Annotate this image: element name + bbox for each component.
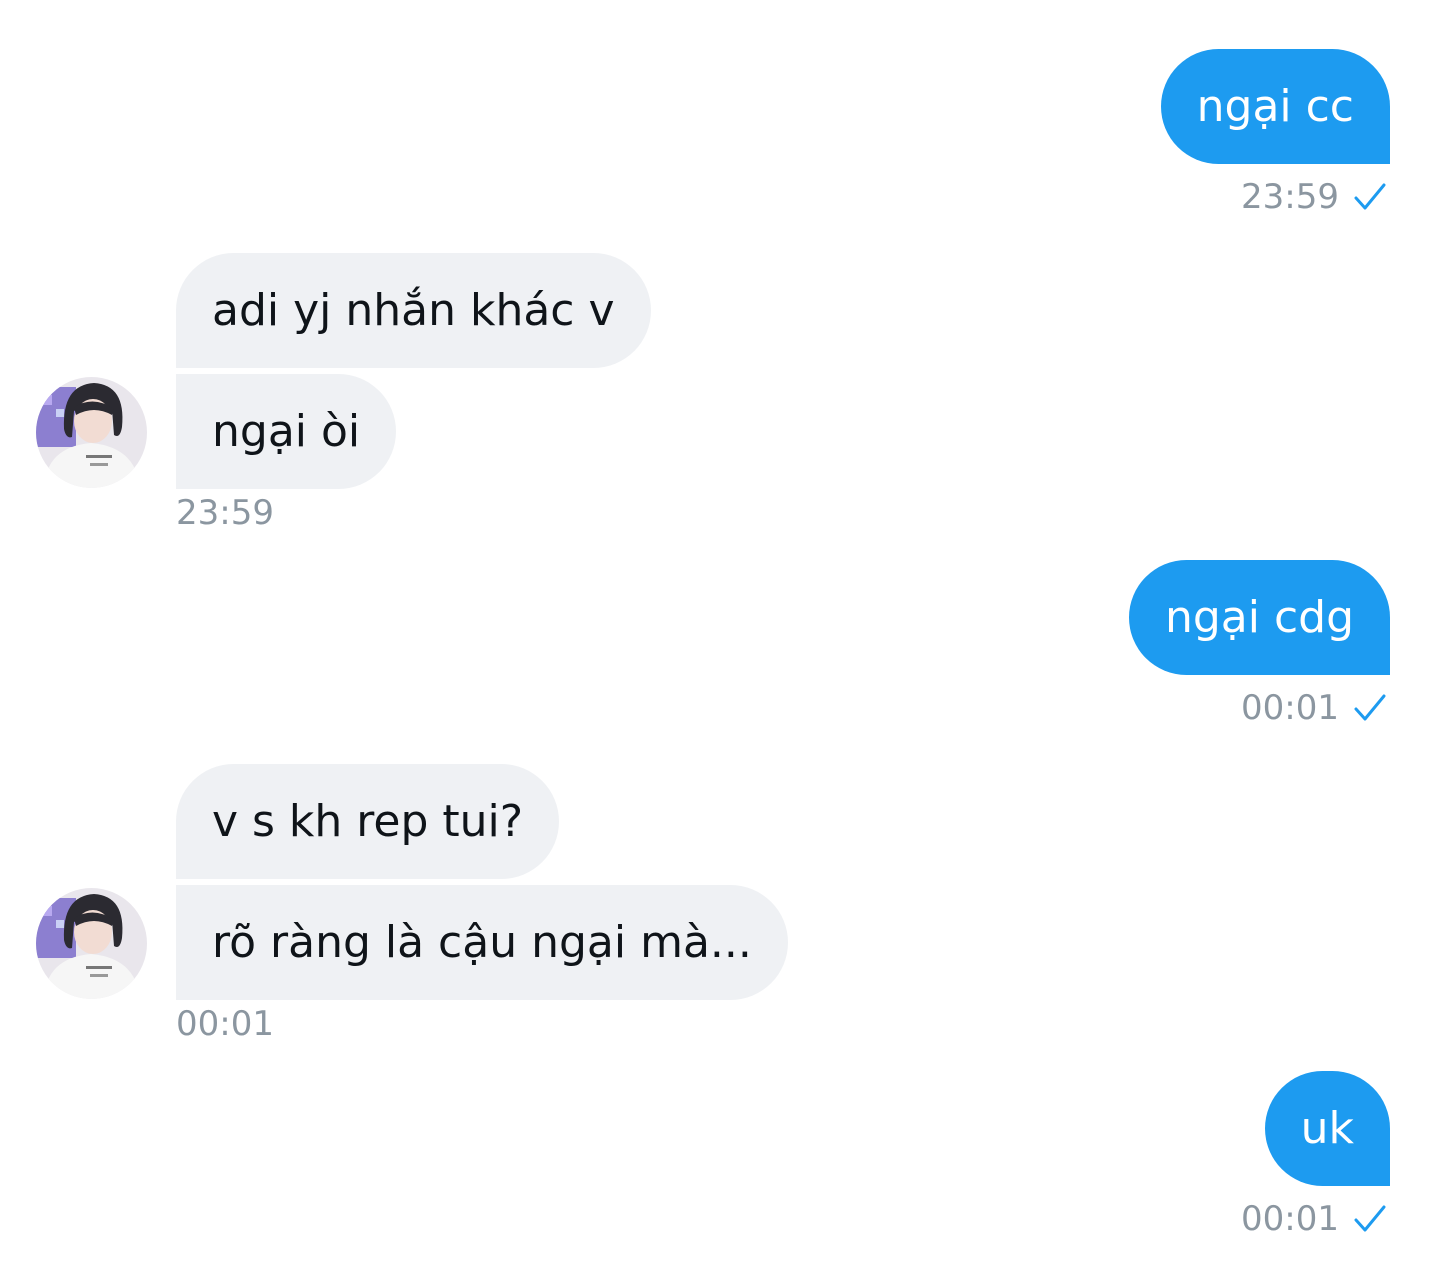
avatar[interactable] (36, 377, 147, 488)
message-meta: 00:01 (176, 1007, 274, 1041)
message-meta: 23:59 (1241, 180, 1387, 214)
message-text: ngại cdg (1164, 591, 1354, 643)
avatar[interactable] (36, 888, 147, 999)
message-text: rõ ràng là cậu ngại mà... (212, 916, 752, 968)
sent-check-icon (1354, 694, 1386, 721)
message-timestamp: 23:59 (176, 493, 274, 533)
message-timestamp: 00:01 (1241, 688, 1339, 728)
sent-check-icon (1354, 183, 1386, 210)
message-text: v s kh rep tui? (212, 795, 524, 847)
message-text: ngại òi (212, 405, 361, 457)
message-timestamp: 00:01 (176, 1004, 274, 1044)
incoming-message-bubble[interactable]: ngại òi (176, 374, 397, 489)
incoming-message-bubble[interactable]: adi yj nhắn khác v (176, 253, 651, 368)
incoming-message-bubble[interactable]: rõ ràng là cậu ngại mà... (176, 885, 788, 1000)
incoming-message-bubble[interactable]: v s kh rep tui? (176, 764, 560, 879)
message-meta: 00:01 (1241, 691, 1387, 725)
sent-check-icon (1354, 1205, 1386, 1232)
message-text: ngại cc (1196, 80, 1354, 132)
message-meta: 23:59 (176, 496, 274, 530)
outgoing-message-bubble[interactable]: ngại cc (1160, 49, 1390, 164)
message-timestamp: 00:01 (1241, 1199, 1339, 1239)
message-meta: 00:01 (1241, 1202, 1387, 1236)
outgoing-message-bubble[interactable]: ngại cdg (1128, 560, 1390, 675)
message-text: uk (1300, 1102, 1354, 1154)
message-text: adi yj nhắn khác v (212, 284, 615, 336)
outgoing-message-bubble[interactable]: uk (1264, 1071, 1390, 1186)
message-timestamp: 23:59 (1241, 177, 1339, 217)
